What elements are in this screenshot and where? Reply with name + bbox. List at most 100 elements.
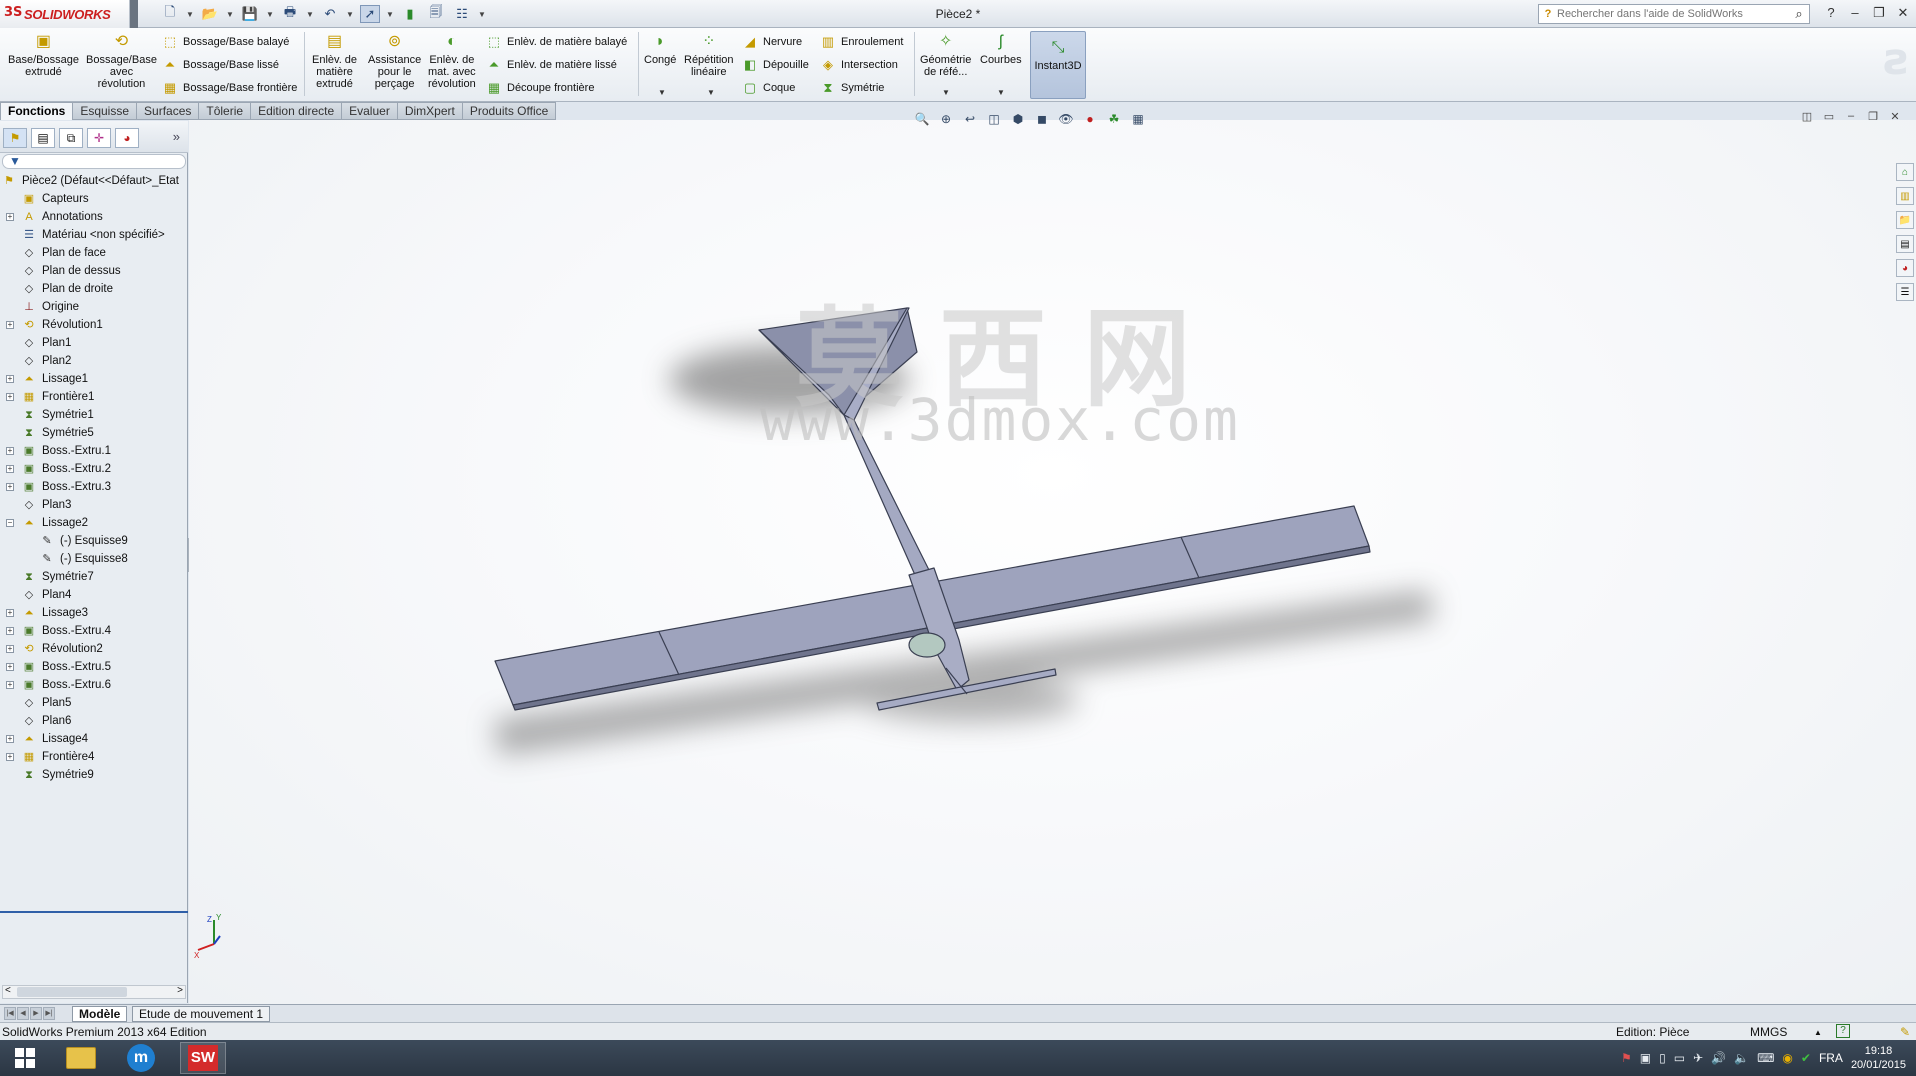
expand-icon[interactable]: +	[6, 735, 14, 743]
display-style-icon[interactable]: ◼	[1033, 110, 1051, 128]
tree-item[interactable]: + ▣ Boss.-Extru.1	[0, 442, 188, 460]
tree-item[interactable]: + ⏶ Lissage4	[0, 730, 188, 748]
airplane-mode-icon[interactable]: ✈	[1693, 1051, 1703, 1065]
expand-icon[interactable]: +	[6, 663, 14, 671]
tree-item[interactable]: ⧗ Symétrie1	[0, 406, 188, 424]
extruded-cut-button[interactable]: ▤ Enlèv. de matière extrudé	[312, 32, 357, 91]
tree-item[interactable]: ☰ Matériau <non spécifié>	[0, 226, 188, 244]
viewport-minimize-icon[interactable]: –	[1844, 110, 1858, 123]
antivirus-icon[interactable]: ◉	[1782, 1051, 1792, 1065]
tree-item[interactable]: + ▣ Boss.-Extru.5	[0, 658, 188, 676]
previous-view-icon[interactable]: ↩	[961, 110, 979, 128]
curves-button[interactable]: ʃ Courbes	[980, 32, 1022, 67]
rebuild-icon[interactable]: ▮	[400, 5, 420, 23]
expand-panel-icon[interactable]: »	[173, 129, 180, 144]
draft-button[interactable]: ◧ Dépouille	[742, 55, 809, 74]
tree-item[interactable]: ◇ Plan2	[0, 352, 188, 370]
tree-item[interactable]: − ⏶ Lissage2	[0, 514, 188, 532]
apply-scene-icon[interactable]: ☘	[1105, 110, 1123, 128]
tree-item[interactable]: ✎ (-) Esquisse8	[0, 550, 188, 568]
menu-flyout-arrow[interactable]	[130, 0, 138, 28]
feature-manager-tab-icon[interactable]: ⚑	[3, 128, 27, 148]
configuration-manager-tab-icon[interactable]: ⧉	[59, 128, 83, 148]
scroll-left-icon[interactable]: <	[5, 985, 11, 996]
tab-modele[interactable]: Modèle	[72, 1006, 128, 1022]
tree-item[interactable]: + ⟲ Révolution1	[0, 316, 188, 334]
airplane-model[interactable]	[189, 120, 1916, 1004]
view-settings-icon[interactable]: ▦	[1129, 110, 1147, 128]
tree-item[interactable]: ◇ Plan de droite	[0, 280, 188, 298]
prev-tab-icon[interactable]: ◀	[17, 1007, 29, 1020]
first-tab-icon[interactable]: |◀	[4, 1007, 16, 1020]
tree-item[interactable]: + ▣ Boss.-Extru.2	[0, 460, 188, 478]
tree-item[interactable]: + A Annotations	[0, 208, 188, 226]
design-library-icon[interactable]: ▥	[1896, 187, 1914, 205]
expand-icon[interactable]: +	[6, 375, 14, 383]
status-help-icon[interactable]: ?	[1836, 1024, 1850, 1038]
viewport-close-icon[interactable]: ✕	[1888, 110, 1902, 123]
tree-item[interactable]: + ▦ Frontière1	[0, 388, 188, 406]
expand-icon[interactable]: +	[6, 447, 14, 455]
tree-item[interactable]: + ⏶ Lissage1	[0, 370, 188, 388]
revolved-boss-button[interactable]: ⟲ Bossage/Base avec révolution	[86, 32, 157, 91]
next-tab-icon[interactable]: ▶	[30, 1007, 42, 1020]
chevron-down-icon[interactable]: ▼	[346, 5, 354, 23]
network-monitor-icon[interactable]: ▣	[1640, 1051, 1651, 1065]
dimxpert-manager-tab-icon[interactable]: ✛	[87, 128, 111, 148]
usb-device-icon[interactable]: ▯	[1659, 1051, 1666, 1065]
tab-produits-office[interactable]: Produits Office	[462, 102, 557, 120]
select-pointer-icon[interactable]: ➚	[360, 5, 380, 23]
tab-surfaces[interactable]: Surfaces	[137, 102, 200, 120]
tree-item[interactable]: + ▣ Boss.-Extru.3	[0, 478, 188, 496]
keyboard-icon[interactable]: ⌨	[1757, 1051, 1774, 1065]
hide-show-items-icon[interactable]: 👁	[1057, 110, 1075, 128]
shell-button[interactable]: ▢ Coque	[742, 78, 809, 97]
help-icon[interactable]: ?	[1822, 4, 1840, 22]
search-icon[interactable]: ⌕	[1789, 6, 1809, 22]
chevron-down-icon[interactable]: ▼	[942, 88, 950, 97]
chevron-down-icon[interactable]: ▼	[386, 5, 394, 23]
speaker-icon[interactable]: 🔊	[1711, 1051, 1726, 1065]
lofted-cut-button[interactable]: ⏶ Enlèv. de matière lissé	[486, 55, 627, 74]
tree-root[interactable]: ⚑ Pièce2 (Défaut<<Défaut>_Etat	[0, 172, 188, 190]
tree-item[interactable]: ⧗ Symétrie5	[0, 424, 188, 442]
clock[interactable]: 19:18 20/01/2015	[1851, 1044, 1906, 1072]
expand-icon[interactable]: +	[6, 483, 14, 491]
expand-icon[interactable]: +	[6, 321, 14, 329]
open-folder-icon[interactable]: 📂	[200, 5, 220, 23]
new-document-icon[interactable]: 🗋	[160, 4, 180, 23]
extruded-boss-button[interactable]: ▣ Base/Bossage extrudé	[8, 32, 79, 79]
file-explorer-icon[interactable]: 📁	[1896, 211, 1914, 229]
view-orientation-icon[interactable]: ⬢	[1009, 110, 1027, 128]
tile-view-icon[interactable]: ▭	[1822, 110, 1836, 123]
appearances-icon[interactable]: ◕	[1896, 259, 1914, 277]
custom-properties-icon[interactable]: ☰	[1896, 283, 1914, 301]
expand-icon[interactable]: +	[6, 627, 14, 635]
volume-icon[interactable]: 🔈	[1734, 1051, 1749, 1065]
chevron-down-icon[interactable]: ▼	[658, 88, 666, 97]
tab-fonctions[interactable]: Fonctions	[0, 102, 74, 120]
print-icon[interactable]: 🖶	[280, 4, 300, 23]
solidworks-taskbar-icon[interactable]: SW	[180, 1042, 226, 1074]
swept-boss-button[interactable]: ⬚ Bossage/Base balayé	[162, 32, 297, 51]
tree-item[interactable]: + ▣ Boss.-Extru.4	[0, 622, 188, 640]
save-icon[interactable]: 💾	[240, 5, 260, 23]
mirror-button[interactable]: ⧗ Symétrie	[820, 78, 903, 97]
tree-item[interactable]: ◇ Plan5	[0, 694, 188, 712]
scroll-right-icon[interactable]: >	[177, 985, 183, 996]
tree-item[interactable]: ✎ (-) Esquisse9	[0, 532, 188, 550]
zoom-to-fit-icon[interactable]: 🔍	[913, 110, 931, 128]
scroll-thumb[interactable]	[17, 987, 127, 997]
tab-dimxpert[interactable]: DimXpert	[397, 102, 463, 120]
tree-item[interactable]: + ▣ Boss.-Extru.6	[0, 676, 188, 694]
restore-icon[interactable]: ❐	[1870, 4, 1888, 22]
collapse-icon[interactable]: −	[6, 519, 14, 527]
tree-item[interactable]: ⧗ Symétrie7	[0, 568, 188, 586]
view-palette-icon[interactable]: ▤	[1896, 235, 1914, 253]
close-icon[interactable]: ✕	[1894, 4, 1912, 22]
flag-icon[interactable]: ⚑	[1621, 1051, 1632, 1065]
language-indicator[interactable]: FRA	[1819, 1051, 1843, 1065]
lofted-boss-button[interactable]: ⏶ Bossage/Base lissé	[162, 55, 297, 74]
fillet-button[interactable]: ◗ Congé	[644, 32, 676, 67]
horizontal-scrollbar[interactable]: < >	[2, 985, 186, 999]
